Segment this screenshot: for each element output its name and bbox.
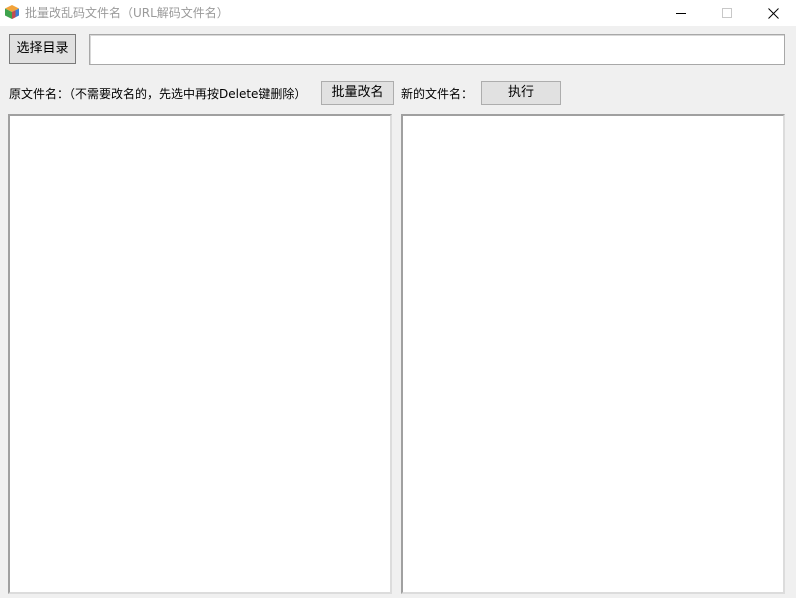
main-window: 批量改乱码文件名（URL解码文件名） 选择目录 原文件名：（不需要改名的，先选中… <box>0 0 796 598</box>
new-files-label: 新的文件名： <box>401 87 474 101</box>
original-files-list[interactable] <box>8 114 392 594</box>
directory-path-input[interactable] <box>89 34 785 65</box>
app-icon <box>5 5 19 19</box>
maximize-icon <box>722 8 732 18</box>
minimize-button[interactable] <box>658 0 704 26</box>
close-button[interactable] <box>750 0 796 26</box>
window-title: 批量改乱码文件名（URL解码文件名） <box>25 6 229 20</box>
close-icon <box>767 7 779 19</box>
execute-button[interactable]: 执行 <box>481 81 561 105</box>
new-files-list[interactable] <box>401 114 785 594</box>
original-files-label: 原文件名：（不需要改名的，先选中再按Delete键删除） <box>9 87 307 101</box>
select-directory-button[interactable]: 选择目录 <box>9 34 76 64</box>
minimize-icon <box>676 13 686 14</box>
title-bar[interactable]: 批量改乱码文件名（URL解码文件名） <box>0 0 796 26</box>
batch-rename-button[interactable]: 批量改名 <box>321 81 394 105</box>
maximize-button[interactable] <box>704 0 750 26</box>
